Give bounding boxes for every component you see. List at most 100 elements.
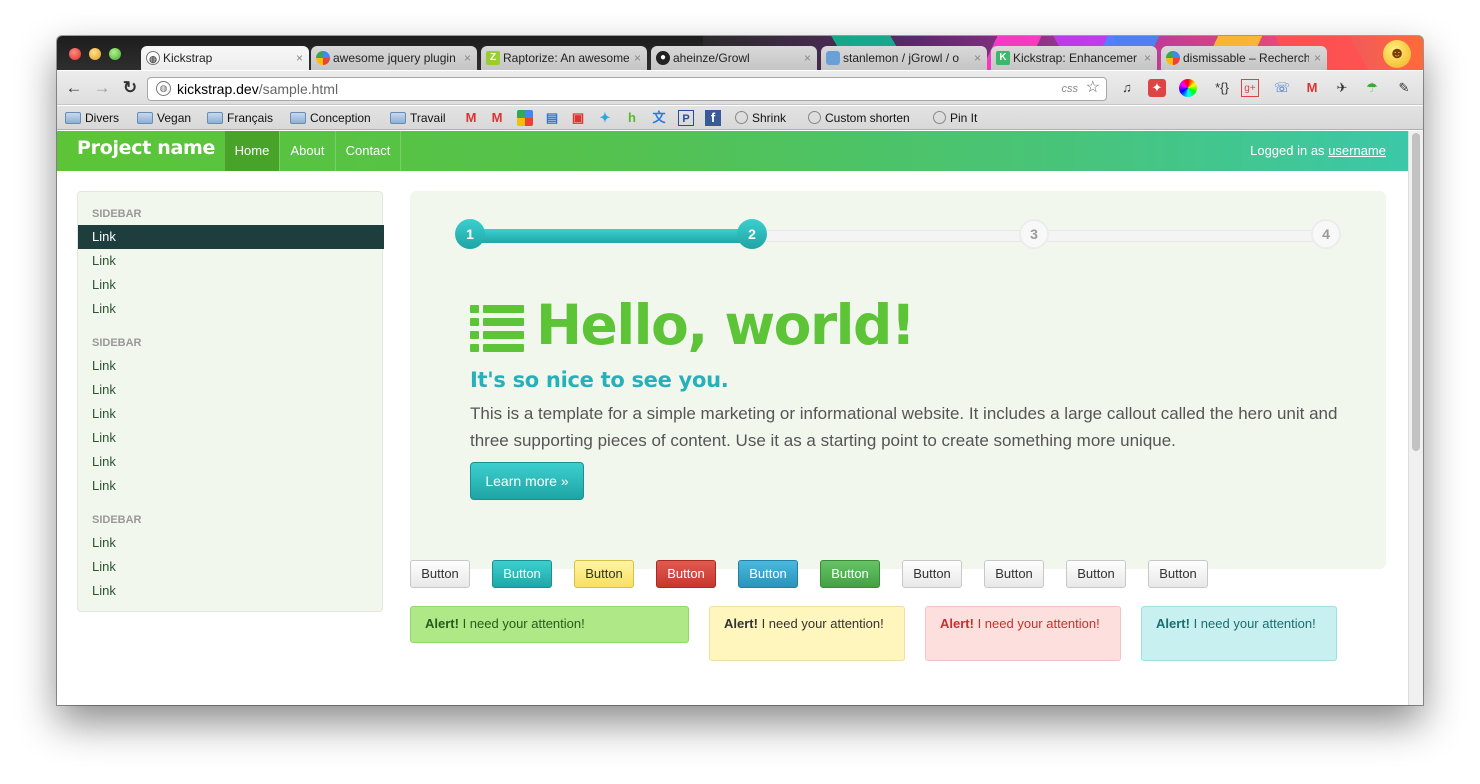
close-tab-icon[interactable]: ×: [464, 46, 471, 70]
sidebar-link[interactable]: Link: [92, 253, 116, 268]
sidebar-link[interactable]: Link: [92, 454, 116, 469]
page-scrollbar[interactable]: [1408, 131, 1423, 705]
json-formatter-icon[interactable]: *{}: [1209, 79, 1235, 97]
tab-kickstrap-enhancements[interactable]: K Kickstrap: Enhancemer ×: [991, 46, 1157, 70]
primary-button[interactable]: Button: [492, 560, 552, 588]
reader-bookmark-icon[interactable]: ▣: [570, 110, 586, 126]
sidebar-header: SIDEBAR: [92, 337, 142, 349]
skype-icon[interactable]: ☏: [1273, 79, 1291, 97]
bookmark-star-icon[interactable]: ☆: [1086, 77, 1100, 99]
gmail-icon[interactable]: M: [1303, 79, 1321, 97]
forward-arrow-icon[interactable]: →: [91, 77, 113, 99]
color-picker-icon[interactable]: [1179, 79, 1197, 97]
adblock-icon[interactable]: ✦: [1148, 79, 1166, 97]
facebook-bookmark-icon[interactable]: f: [705, 110, 721, 126]
google-icon: [316, 51, 330, 65]
sidebar-link[interactable]: Link: [92, 535, 116, 550]
danger-button[interactable]: Button: [656, 560, 716, 588]
close-tab-icon[interactable]: ×: [634, 46, 641, 70]
username-link[interactable]: username: [1328, 143, 1386, 158]
close-tab-icon[interactable]: ×: [1314, 46, 1321, 70]
bookmark-label: Travail: [410, 111, 446, 125]
sidebar-link[interactable]: Link: [92, 301, 116, 316]
gmail-bookmark-icon[interactable]: M: [463, 110, 479, 126]
learn-more-button[interactable]: Learn more »: [470, 462, 584, 500]
sidebar-link[interactable]: Link: [92, 406, 116, 421]
bird-icon[interactable]: ✈: [1333, 79, 1351, 97]
sidebar-link[interactable]: Link: [92, 277, 116, 292]
twitter-bookmark-icon[interactable]: ✦: [597, 110, 613, 126]
brand-logo[interactable]: Project name: [77, 137, 215, 159]
close-window-icon[interactable]: [69, 48, 81, 60]
sidebar-link[interactable]: Link: [92, 430, 116, 445]
docs-bookmark-icon[interactable]: ▤: [544, 110, 560, 126]
headphones-icon[interactable]: ♫: [1118, 79, 1136, 97]
gmail-bookmark-icon[interactable]: M: [489, 110, 505, 126]
step-4[interactable]: 4: [1311, 219, 1341, 249]
tab-dismissable[interactable]: dismissable – Recherch ×: [1161, 46, 1327, 70]
bookmark-vegan[interactable]: Vegan: [137, 110, 191, 126]
sidebar-link-active[interactable]: Link: [78, 225, 384, 249]
browser-window: ◍ Kickstrap × awesome jquery plugin × Z …: [57, 36, 1423, 705]
bookmark-custom-shorten[interactable]: Custom shorten: [808, 110, 910, 126]
alert-info: Alert! I need your attention!: [1141, 606, 1337, 661]
pinboard-bookmark-icon[interactable]: P: [678, 110, 694, 126]
umbrella-icon[interactable]: ☂: [1363, 79, 1381, 97]
tab-raptorize[interactable]: Z Raptorize: An awesome ×: [481, 46, 647, 70]
back-arrow-icon[interactable]: ←: [63, 77, 85, 99]
bookmark-shrink[interactable]: Shrink: [735, 110, 786, 126]
reload-icon[interactable]: ↻: [119, 77, 141, 99]
default-button[interactable]: Button: [1148, 560, 1208, 588]
tab-growl[interactable]: ● aheinze/Growl ×: [651, 46, 817, 70]
tab-kickstrap[interactable]: ◍ Kickstrap ×: [141, 46, 309, 70]
translate-bookmark-icon[interactable]: 文: [651, 110, 667, 126]
top-navbar: Project name Home About Contact Logged i…: [57, 131, 1408, 171]
step-3[interactable]: 3: [1019, 219, 1049, 249]
h-bookmark-icon[interactable]: h: [624, 110, 640, 126]
default-button[interactable]: Button: [902, 560, 962, 588]
nav-about[interactable]: About: [279, 131, 335, 171]
tab-jgrowl[interactable]: stanlemon / jGrowl / o ×: [821, 46, 987, 70]
sidebar-link[interactable]: Link: [92, 478, 116, 493]
nav-contact[interactable]: Contact: [335, 131, 401, 171]
bookmark-conception[interactable]: Conception: [290, 110, 371, 126]
tab-awesome-jquery[interactable]: awesome jquery plugin ×: [311, 46, 477, 70]
bookmark-travail[interactable]: Travail: [390, 110, 446, 126]
nav-home[interactable]: Home: [224, 131, 279, 171]
site-info-icon[interactable]: ◍: [156, 81, 171, 96]
close-tab-icon[interactable]: ×: [804, 46, 811, 70]
address-bar[interactable]: ◍ kickstrap.dev/sample.html css ☆: [147, 77, 1107, 101]
warning-button[interactable]: Button: [574, 560, 634, 588]
profile-avatar-icon[interactable]: ☻: [1383, 40, 1411, 68]
alert-success: Alert! I need your attention!: [410, 606, 689, 643]
close-tab-icon[interactable]: ×: [1144, 46, 1151, 70]
bookmark-divers[interactable]: Divers: [65, 110, 119, 126]
logged-in-label: Logged in as: [1250, 143, 1325, 158]
default-button[interactable]: Button: [1066, 560, 1126, 588]
sidebar-link[interactable]: Link: [92, 358, 116, 373]
sidebar-link[interactable]: Link: [92, 583, 116, 598]
step-2[interactable]: 2: [737, 219, 767, 249]
sidebar-link[interactable]: Link: [92, 559, 116, 574]
minimize-window-icon[interactable]: [89, 48, 101, 60]
bookmark-label: Vegan: [157, 111, 192, 125]
google-plus-icon[interactable]: g+: [1241, 79, 1259, 97]
tab-title: aheinze/Growl: [673, 51, 750, 65]
sidebar-link[interactable]: Link: [92, 382, 116, 397]
default-button[interactable]: Button: [984, 560, 1044, 588]
success-button[interactable]: Button: [820, 560, 880, 588]
zoom-window-icon[interactable]: [109, 48, 121, 60]
close-tab-icon[interactable]: ×: [974, 46, 981, 70]
google-bookmark-icon[interactable]: [517, 110, 533, 126]
step-1[interactable]: 1: [455, 219, 485, 249]
wrench-icon[interactable]: ✎: [1395, 79, 1413, 97]
css-extension-badge[interactable]: css: [1062, 78, 1079, 100]
sidebar-header: SIDEBAR: [92, 208, 142, 220]
bookmark-francais[interactable]: Français: [207, 110, 273, 126]
scrollbar-thumb[interactable]: [1412, 133, 1420, 451]
close-tab-icon[interactable]: ×: [296, 46, 303, 70]
default-button[interactable]: Button: [410, 560, 470, 588]
bookmark-pin-it[interactable]: Pin It: [933, 110, 977, 126]
github-icon: ●: [656, 51, 670, 65]
info-button[interactable]: Button: [738, 560, 798, 588]
